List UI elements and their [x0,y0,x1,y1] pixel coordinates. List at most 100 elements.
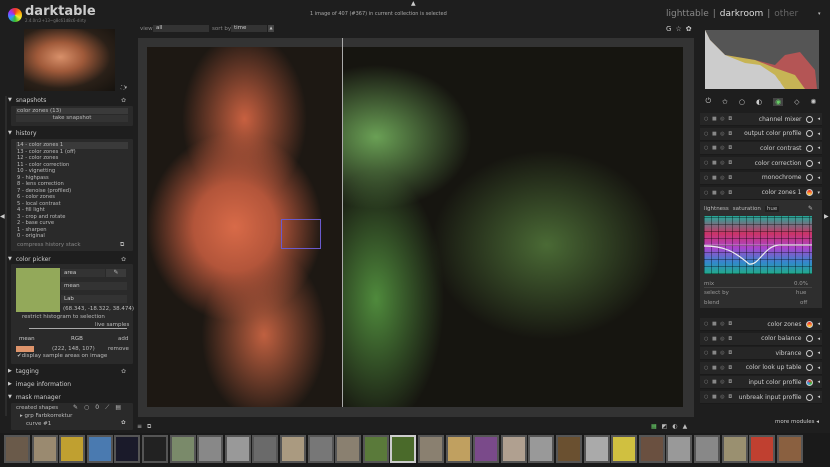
expand-arrow-icon[interactable]: ◂ [817,336,820,342]
pencil-icon[interactable]: ✎ [73,404,78,412]
basic-group-icon[interactable]: ○ [739,98,745,106]
split-line[interactable] [342,47,343,407]
effect-group-icon[interactable]: ✺ [811,98,817,106]
module-row[interactable]: ○ ■ ◎ ◘ color contrast ◂ [700,142,822,156]
gradient-icon[interactable]: ⟋ [105,404,109,412]
expand-arrow-icon[interactable]: ◂ [817,131,820,137]
module-row[interactable]: ○ ■ ◎ ◘ monochrome ◂ [700,171,822,185]
ellipse-icon[interactable]: 0 [95,404,99,412]
mix-slider[interactable] [704,287,812,288]
filmstrip-thumbnail[interactable] [362,435,389,463]
expand-arrow-icon[interactable]: ▾ [817,190,820,196]
gear-icon[interactable]: ✿ [121,256,126,263]
navigation-thumbnail[interactable] [24,29,115,91]
module-toggle-icons[interactable]: ○ ■ ◎ ◘ [704,350,733,356]
filmstrip-thumbnail[interactable] [197,435,224,463]
filmstrip-thumbnail[interactable] [473,435,500,463]
mask-gear-icon[interactable]: ✿ [121,420,126,426]
view-select[interactable]: all [153,25,209,32]
more-modules-button[interactable]: more modules ◂ [775,419,819,425]
module-row[interactable]: ○ ■ ◎ ◘ color zones 1 ▾ [700,186,822,200]
filmstrip-thumbnail[interactable] [418,435,444,463]
gear-icon[interactable]: ✿ [121,368,126,375]
sample-stat-select[interactable]: mean [16,335,66,343]
circle-icon[interactable]: ○ [84,404,89,412]
module-toggle-icons[interactable]: ○ ■ ◎ ◘ [704,131,733,137]
path-icon[interactable]: ▤ [115,404,121,412]
filmstrip-thumbnail[interactable] [611,435,638,463]
view-lighttable[interactable]: lighttable [666,9,709,19]
top-panel-toggle[interactable]: ▲ [411,0,416,7]
add-sample-button[interactable]: add [118,336,128,342]
filmstrip-thumbnail[interactable] [86,435,113,463]
remove-sample-button[interactable]: remove [108,346,129,352]
module-toggle-icons[interactable]: ○ ■ ◎ ◘ [704,336,733,342]
filmstrip-thumbnail[interactable] [307,435,334,463]
module-row[interactable]: ○ ■ ◎ ◘ color look up table ◂ [700,361,822,375]
left-scrollbar[interactable] [5,96,7,416]
mask-manager-header[interactable]: ▼ mask manager [8,392,132,402]
module-toggle-icons[interactable]: ○ ■ ◎ ◘ [704,160,733,166]
styles-icon[interactable]: ⧉ [147,423,151,431]
expand-arrow-icon[interactable]: ◂ [817,160,820,166]
expand-arrow-icon[interactable]: ◂ [817,394,820,400]
select-by-value[interactable]: hue [796,290,806,296]
expand-arrow-icon[interactable]: ◂ [817,365,820,371]
module-row[interactable]: ○ ■ ◎ ◘ input color profile ◂ [700,376,822,390]
module-toggle-icons[interactable]: ○ ■ ◎ ◘ [704,365,733,371]
compress-history-button[interactable]: compress history stack [17,242,81,248]
filmstrip-thumbnail[interactable] [694,435,720,463]
filmstrip-thumbnail[interactable] [390,435,417,463]
filmstrip-thumbnail[interactable] [59,435,86,463]
module-toggle-icons[interactable]: ○ ■ ◎ ◘ [704,145,733,151]
correct-group-icon[interactable]: ◇ [794,98,799,106]
overexposed-icon[interactable]: ◩ [662,423,668,430]
power-icon[interactable]: ⏻ [705,97,711,106]
view-other[interactable]: other [774,9,798,19]
module-row[interactable]: ○ ■ ◎ ◘ unbreak input profile ◂ [700,391,822,404]
presets-icon[interactable]: ≡ [137,423,142,431]
color-zones-picker-icon[interactable]: ✎ [808,205,813,212]
tone-group-icon[interactable]: ◐ [756,98,762,106]
history-header[interactable]: ▼ history [8,128,132,138]
left-panel-toggle[interactable]: ◀ [0,213,5,220]
module-row[interactable]: ○ ■ ◎ ◘ color balance ◂ [700,332,822,346]
module-toggle-icons[interactable]: ○ ■ ◎ ◘ [704,321,733,327]
module-toggle-icons[interactable]: ○ ■ ◎ ◘ [704,116,733,122]
filmstrip-thumbnail[interactable] [528,435,555,463]
zoom-icon[interactable]: ⛶▾ [121,85,127,91]
sort-select[interactable]: time [231,25,267,32]
filmstrip-thumbnail[interactable] [721,435,748,463]
view-menu-arrow[interactable]: ▾ [818,11,821,17]
tagging-header[interactable]: ▶ tagging ✿ [8,366,132,376]
filmstrip-thumbnail[interactable] [445,435,472,463]
grouping-icon[interactable]: G [666,25,671,33]
picker-stat-select[interactable]: mean [61,282,127,290]
tab-hue[interactable]: hue [764,206,780,212]
tab-lightness[interactable]: lightness [704,206,729,212]
color-picker-area[interactable] [281,219,321,249]
picker-colorspace-select[interactable]: Lab [61,295,127,303]
filmstrip-thumbnail[interactable] [224,435,251,463]
module-row[interactable]: ○ ■ ◎ ◘ color correction ◂ [700,157,822,171]
sample-space-select[interactable]: RGB [68,335,114,343]
filmstrip-thumbnail[interactable] [749,435,776,463]
module-row[interactable]: ○ ■ ◎ ◘ channel mixer ◂ [700,113,822,126]
histogram[interactable]: 1/640 f/4.0 102mm iso 100 [705,30,819,89]
gear-icon[interactable]: ✿ [686,25,692,33]
picker-eyedropper-button[interactable]: ✎ [106,269,126,277]
gamut-check-icon[interactable]: ▲ [683,423,688,430]
history-create-style-icon[interactable]: ⧉ [120,241,124,249]
expand-arrow-icon[interactable]: ◂ [817,379,820,385]
module-toggle-icons[interactable]: ○ ■ ◎ ◘ [704,175,733,181]
filmstrip-thumbnail[interactable] [169,435,196,463]
main-image[interactable] [147,47,683,407]
softproof-icon[interactable]: ◐ [672,423,677,430]
tab-saturation[interactable]: saturation [733,206,761,212]
expand-arrow-icon[interactable]: ◂ [817,350,820,356]
blend-value[interactable]: off [800,300,807,306]
module-toggle-icons[interactable]: ○ ■ ◎ ◘ [704,379,733,385]
gear-icon[interactable]: ✿ [121,97,126,104]
color-group-icon[interactable]: ◉ [773,97,784,106]
filmstrip-thumbnail[interactable] [638,435,665,463]
